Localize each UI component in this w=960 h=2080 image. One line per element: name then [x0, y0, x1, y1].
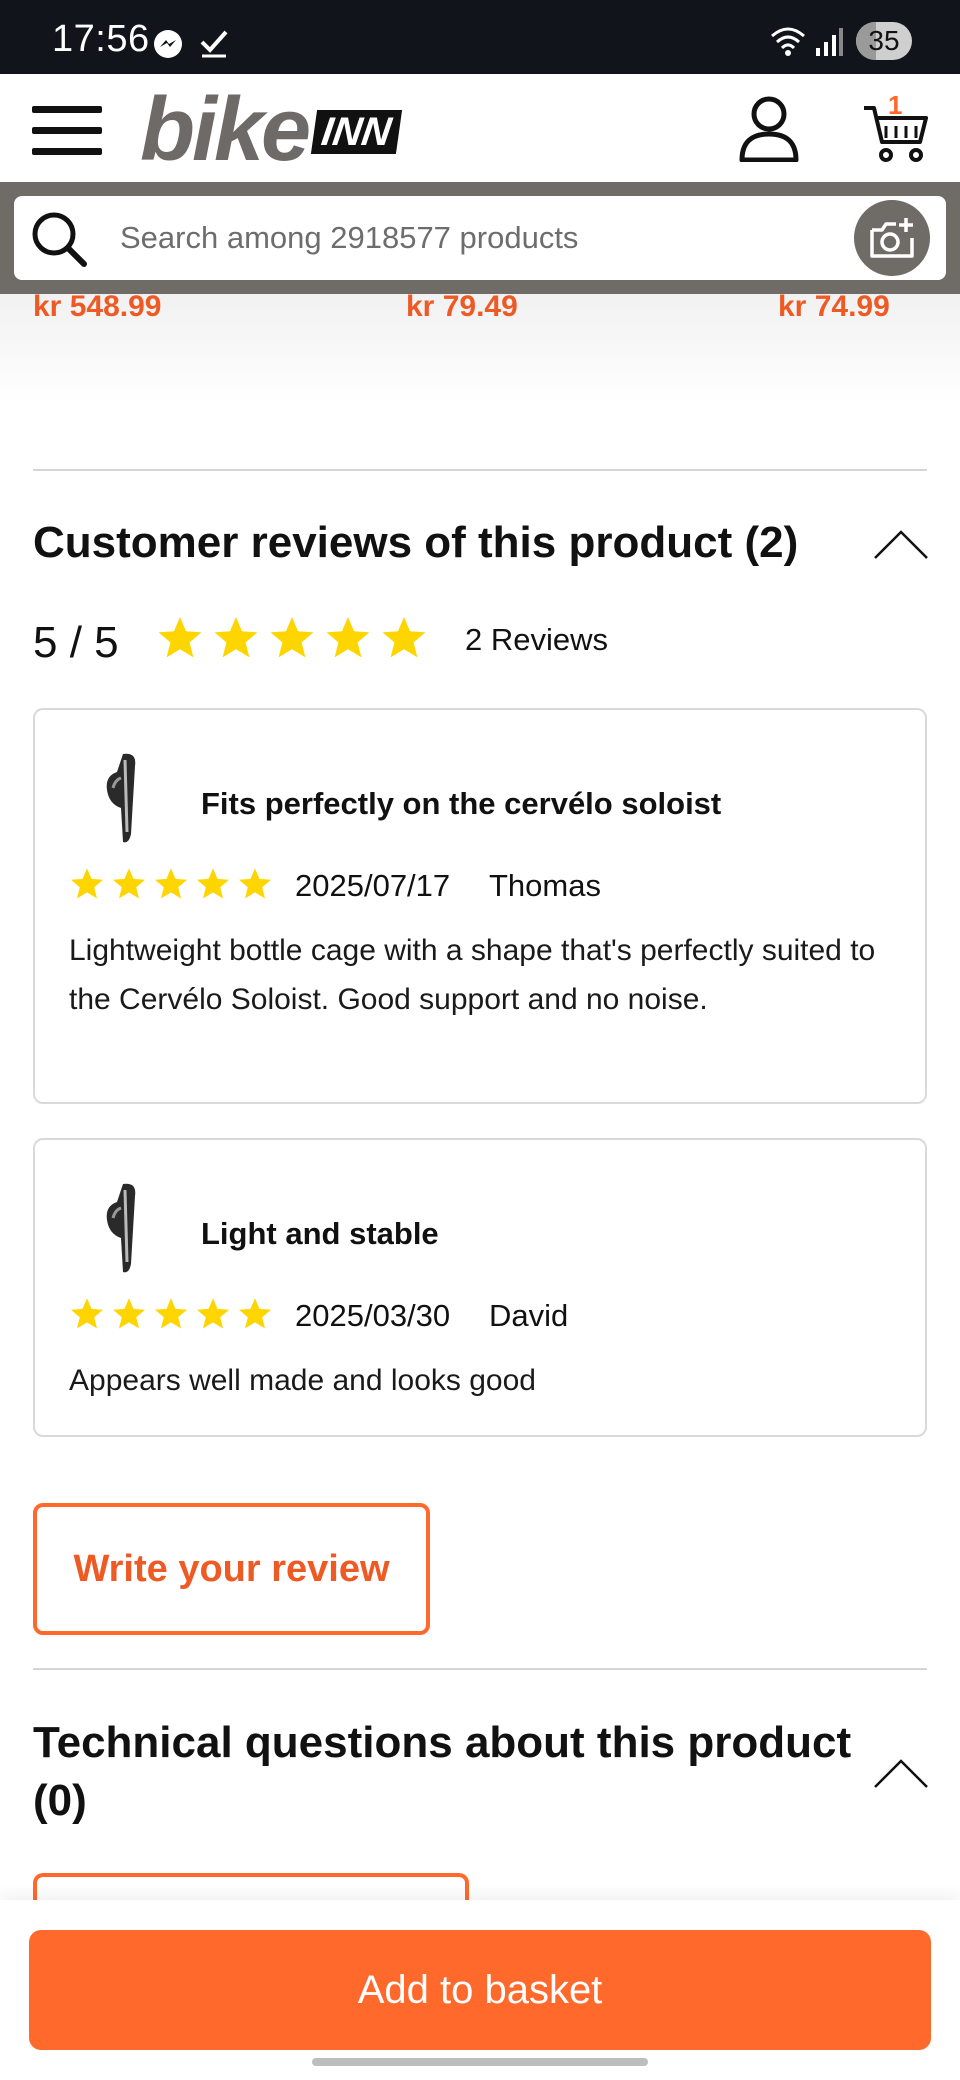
related-price[interactable]: kr 79.49	[406, 290, 518, 324]
logo-bike-text: bike	[140, 80, 311, 180]
review-card: Fits perfectly on the cervélo soloist 20…	[33, 708, 927, 1104]
site-header: bike INN 1	[0, 74, 960, 182]
related-price[interactable]: kr 548.99	[33, 290, 161, 324]
section-divider	[33, 1668, 927, 1670]
star-icon	[214, 617, 258, 658]
messenger-icon	[154, 30, 182, 58]
cart-count-badge: 1	[888, 90, 903, 120]
reviews-section-title[interactable]: Customer reviews of this product (2)	[33, 514, 798, 572]
logo-inn-text: INN	[311, 110, 403, 154]
rating-stars	[156, 614, 428, 662]
star-icon	[70, 1298, 104, 1329]
search-icon[interactable]	[30, 210, 88, 268]
star-icon	[326, 617, 370, 658]
camera-search-button[interactable]	[854, 200, 930, 276]
bottom-action-bar: Add to basket	[0, 1900, 960, 2080]
star-icon	[154, 868, 188, 899]
add-to-basket-button[interactable]: Add to basket	[29, 1930, 931, 2050]
star-icon	[196, 1298, 230, 1329]
hamburger-menu-icon[interactable]	[32, 106, 102, 156]
star-icon	[270, 617, 314, 658]
review-author: David	[489, 1298, 569, 1333]
related-price[interactable]: kr 74.99	[778, 290, 890, 324]
review-card: Light and stable 2025/03/30 David Appear…	[33, 1138, 927, 1437]
review-author: Thomas	[489, 868, 601, 903]
home-indicator[interactable]	[312, 2058, 648, 2066]
battery-level: 35	[868, 25, 900, 56]
star-icon	[382, 617, 426, 658]
check-icon	[200, 30, 228, 58]
review-count[interactable]: 2 Reviews	[465, 622, 608, 658]
search-input[interactable]	[120, 196, 840, 280]
review-date: 2025/03/30	[295, 1298, 451, 1333]
rating-score: 5 / 5	[33, 618, 119, 667]
battery-indicator: 35	[856, 22, 912, 60]
star-icon	[238, 1298, 272, 1329]
review-stars	[69, 866, 273, 902]
review-date: 2025/07/17	[295, 868, 451, 903]
section-divider	[33, 469, 927, 471]
user-account-icon[interactable]	[738, 96, 800, 162]
wifi-icon	[771, 27, 805, 56]
review-stars	[69, 1296, 273, 1332]
star-icon	[112, 1298, 146, 1329]
star-icon	[158, 617, 202, 658]
status-time: 17:56	[52, 18, 150, 60]
write-review-button[interactable]: Write your review	[33, 1503, 430, 1635]
review-text: Lightweight bottle cage with a shape tha…	[69, 934, 876, 1016]
review-title: Light and stable	[201, 1216, 439, 1251]
star-icon	[112, 868, 146, 899]
star-icon	[154, 1298, 188, 1329]
star-icon	[238, 868, 272, 899]
search-box	[14, 196, 946, 280]
camera-plus-icon	[870, 218, 914, 258]
status-bar: 17:56 35	[0, 0, 960, 74]
signal-icon	[816, 28, 843, 56]
review-text: Appears well made and looks good	[69, 1364, 536, 1397]
site-logo[interactable]: bike INN	[140, 80, 403, 180]
search-bar	[0, 182, 960, 294]
product-thumbnail	[106, 1183, 136, 1273]
star-icon	[196, 868, 230, 899]
chevron-up-icon[interactable]	[873, 528, 929, 560]
review-title: Fits perfectly on the cervélo soloist	[201, 786, 722, 821]
chevron-up-icon[interactable]	[873, 1757, 929, 1789]
product-thumbnail	[106, 753, 136, 843]
star-icon	[70, 868, 104, 899]
questions-section-title[interactable]: Technical questions about this product (…	[33, 1714, 863, 1830]
related-products-prices: kr 548.99 kr 79.49 kr 74.99	[0, 290, 960, 332]
